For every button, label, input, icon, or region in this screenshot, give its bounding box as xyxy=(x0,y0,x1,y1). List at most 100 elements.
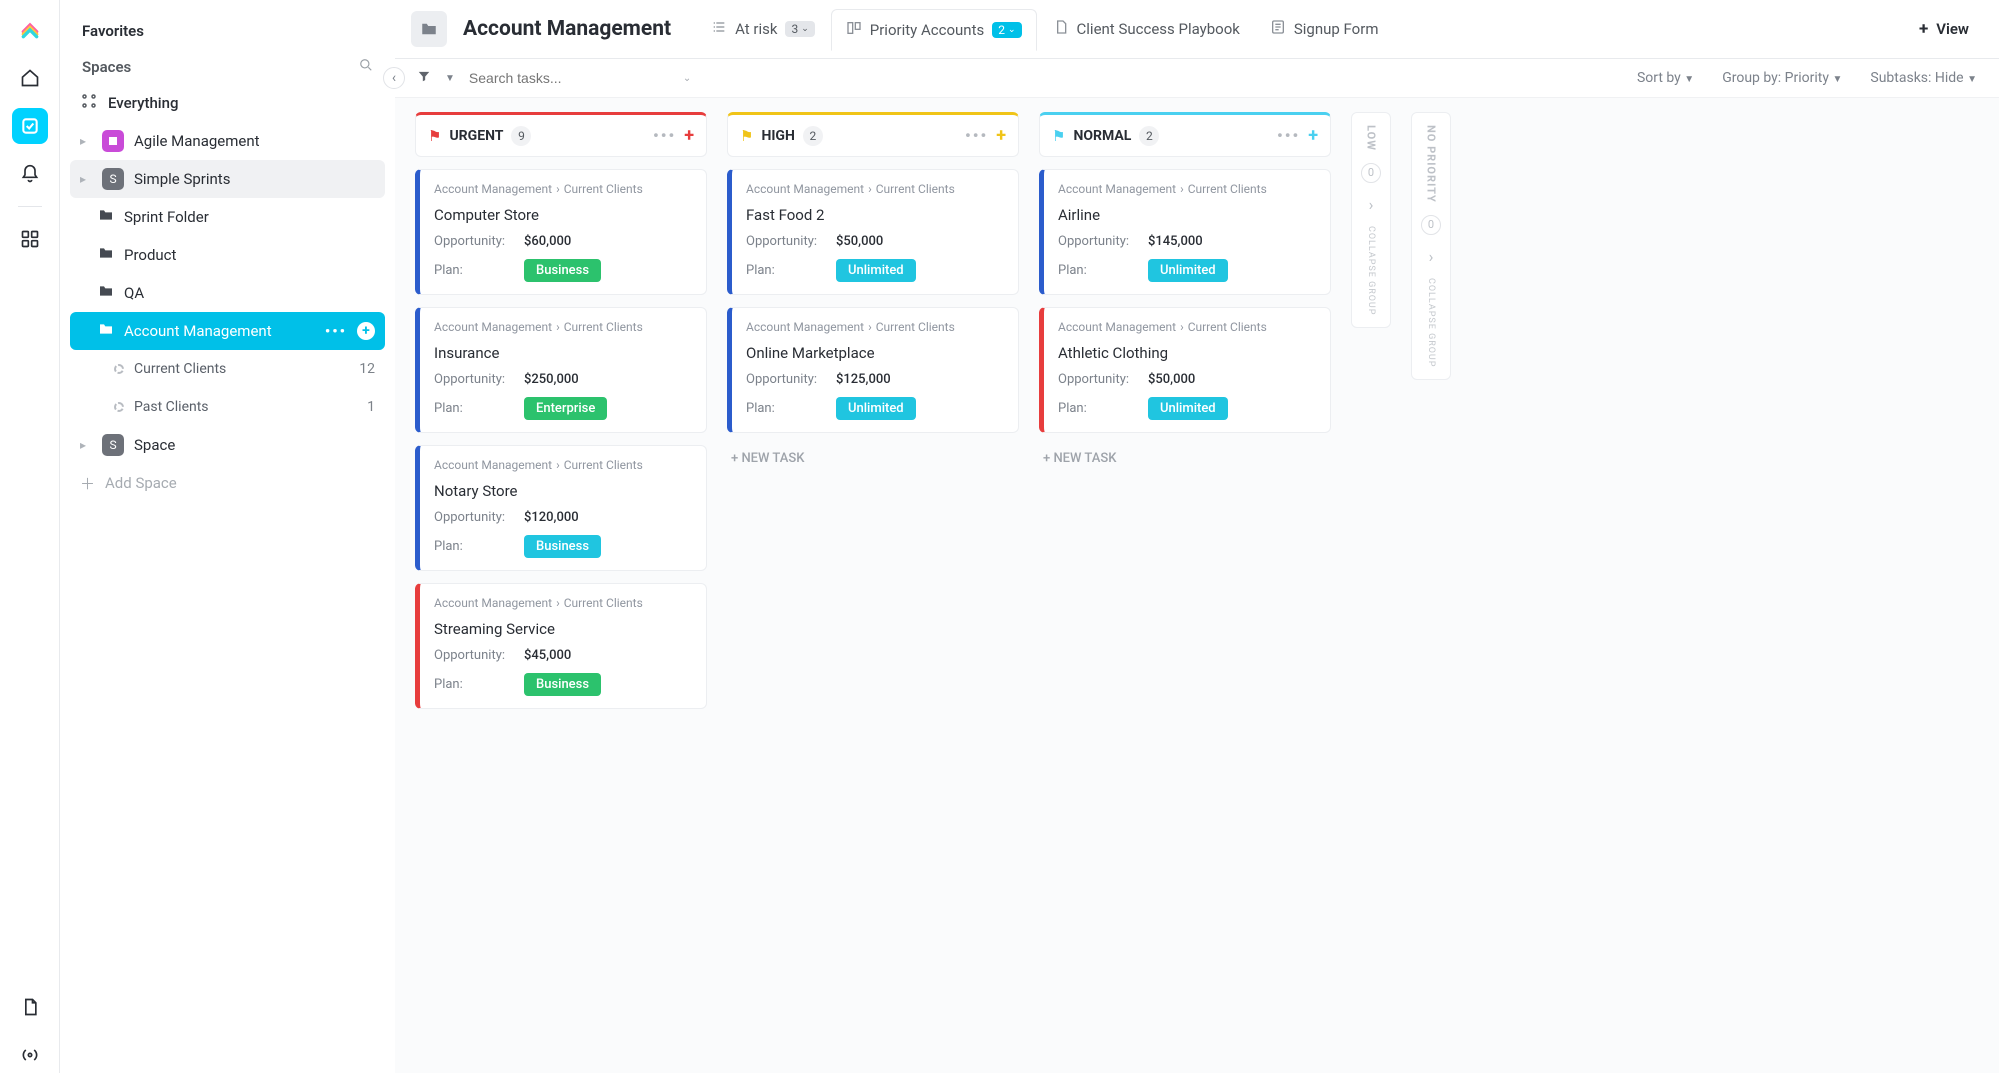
add-icon[interactable]: + xyxy=(357,322,375,340)
task-card[interactable]: Account Management›Current Clients Airli… xyxy=(1039,169,1331,295)
list-icon xyxy=(711,19,727,39)
sidebar-item-sprint-folder[interactable]: Sprint Folder xyxy=(70,198,385,236)
field-label: Opportunity: xyxy=(434,372,524,387)
space-tree: ▸ Agile Management▸ S Simple Sprints Spr… xyxy=(70,122,385,464)
plan-badge: Business xyxy=(524,535,601,558)
more-icon[interactable]: ••• xyxy=(965,126,988,145)
task-card[interactable]: Account Management›Current Clients Notar… xyxy=(415,445,707,571)
tab-priority-accounts[interactable]: Priority Accounts2 ⌄ xyxy=(831,9,1037,51)
status-dot-icon xyxy=(114,364,124,374)
task-title: Online Marketplace xyxy=(746,344,1004,362)
field-label: Opportunity: xyxy=(434,648,524,663)
task-card[interactable]: Account Management›Current Clients Onlin… xyxy=(727,307,1019,433)
tasks-icon[interactable] xyxy=(12,108,48,144)
field-label: Opportunity: xyxy=(746,372,836,387)
more-icon[interactable]: ••• xyxy=(1277,126,1300,145)
topbar: Account Management At risk3 ⌄ Priority A… xyxy=(395,0,1999,59)
board-icon xyxy=(846,20,862,40)
logo-icon[interactable] xyxy=(12,12,48,48)
form-icon xyxy=(1270,19,1286,39)
add-task-icon[interactable]: + xyxy=(996,125,1006,146)
sidebar-item-agile-management[interactable]: ▸ Agile Management xyxy=(70,122,385,160)
task-title: Insurance xyxy=(434,344,692,362)
iconbar xyxy=(0,0,60,1073)
flag-icon: ⚑ xyxy=(1052,127,1065,145)
search-input[interactable] xyxy=(469,70,669,86)
sidebar-item-simple-sprints[interactable]: ▸ S Simple Sprints xyxy=(70,160,385,198)
add-task-icon[interactable]: + xyxy=(1308,125,1318,146)
sidebar-item-label: Simple Sprints xyxy=(134,170,230,188)
collapse-label: COLLAPSE GROUP xyxy=(1366,226,1376,315)
tab-at-risk[interactable]: At risk3 ⌄ xyxy=(697,8,829,50)
field-label: Opportunity: xyxy=(746,234,836,249)
iconbar-separator xyxy=(18,206,42,207)
tab-client-success-playbook[interactable]: Client Success Playbook xyxy=(1039,8,1254,50)
task-card[interactable]: Account Management›Current Clients Strea… xyxy=(415,583,707,709)
apps-icon[interactable] xyxy=(12,221,48,257)
opportunity-value: $125,000 xyxy=(836,372,891,387)
add-space-button[interactable]: ＋ Add Space xyxy=(70,464,385,502)
sidebar-item-current-clients[interactable]: Current Clients 12 xyxy=(70,350,385,388)
pulse-icon[interactable] xyxy=(12,1037,48,1073)
breadcrumb: Account Management›Current Clients xyxy=(746,182,1004,196)
subtasks-button[interactable]: Subtasks: Hide ▼ xyxy=(1870,70,1977,86)
sidebar-item-product[interactable]: Product xyxy=(70,236,385,274)
count-badge: 9 xyxy=(511,126,531,146)
more-icon[interactable]: ••• xyxy=(325,322,347,340)
opportunity-value: $50,000 xyxy=(836,234,883,249)
filter-icon[interactable] xyxy=(417,69,431,87)
sortby-button[interactable]: Sort by ▼ xyxy=(1637,70,1694,86)
more-icon[interactable]: ••• xyxy=(653,126,676,145)
chevron-icon: ▸ xyxy=(80,172,92,186)
field-label: Plan: xyxy=(434,263,524,278)
plan-badge: Unlimited xyxy=(1148,397,1228,420)
task-card[interactable]: Account Management›Current Clients Insur… xyxy=(415,307,707,433)
tab-signup-form[interactable]: Signup Form xyxy=(1256,8,1393,50)
tabs: At risk3 ⌄ Priority Accounts2 ⌄ Client S… xyxy=(697,8,1392,50)
field-label: Plan: xyxy=(1058,401,1148,416)
plan-badge: Unlimited xyxy=(836,259,916,282)
breadcrumb: Account Management›Current Clients xyxy=(434,182,692,196)
favorites-heading[interactable]: Favorites xyxy=(70,12,385,50)
field-label: Opportunity: xyxy=(434,510,524,525)
status-dot-icon xyxy=(114,402,124,412)
sidebar-item-qa[interactable]: QA xyxy=(70,274,385,312)
breadcrumb: Account Management›Current Clients xyxy=(1058,320,1316,334)
folder-icon xyxy=(98,283,114,303)
new-task-button[interactable]: + NEW TASK xyxy=(727,445,1019,472)
field-label: Opportunity: xyxy=(434,234,524,249)
groupby-button[interactable]: Group by: Priority ▼ xyxy=(1722,70,1842,86)
breadcrumb: Account Management›Current Clients xyxy=(746,320,1004,334)
chevron-down-icon[interactable]: ▼ xyxy=(445,73,455,84)
notifications-icon[interactable] xyxy=(12,156,48,192)
task-card[interactable]: Account Management›Current Clients Athle… xyxy=(1039,307,1331,433)
everything-item[interactable]: Everything xyxy=(70,84,385,122)
chevron-icon: ▸ xyxy=(80,134,92,148)
count-badge: 0 xyxy=(1361,163,1381,183)
plan-badge: Business xyxy=(524,673,601,696)
search-icon[interactable] xyxy=(359,58,373,76)
collapsed-column-low[interactable]: LOW 0 › COLLAPSE GROUP xyxy=(1351,112,1391,328)
collapse-sidebar-button[interactable]: ‹ xyxy=(383,67,405,89)
column-urgent: ⚑ URGENT 9 ••• +Account Management›Curre… xyxy=(415,112,707,709)
column-high: ⚑ HIGH 2 ••• +Account Management›Current… xyxy=(727,112,1019,472)
docs-icon[interactable] xyxy=(12,989,48,1025)
plan-badge: Unlimited xyxy=(836,397,916,420)
chevron-down-icon[interactable]: ⌄ xyxy=(683,73,691,84)
collapsed-column-no-priority[interactable]: NO PRIORITY 0 › COLLAPSE GROUP xyxy=(1411,112,1451,380)
spaces-heading[interactable]: Spaces xyxy=(70,50,385,84)
task-card[interactable]: Account Management›Current Clients Compu… xyxy=(415,169,707,295)
doc-icon xyxy=(1053,19,1069,39)
count-badge: 1 xyxy=(367,399,375,415)
field-label: Plan: xyxy=(746,401,836,416)
task-card[interactable]: Account Management›Current Clients Fast … xyxy=(727,169,1019,295)
sidebar-item-account-management[interactable]: Account Management••• + xyxy=(70,312,385,350)
home-icon[interactable] xyxy=(12,60,48,96)
new-task-button[interactable]: + NEW TASK xyxy=(1039,445,1331,472)
add-task-icon[interactable]: + xyxy=(684,125,694,146)
tab-label: Priority Accounts xyxy=(870,21,984,39)
add-view-button[interactable]: + View xyxy=(1905,9,1983,49)
sidebar-item-past-clients[interactable]: Past Clients 1 xyxy=(70,388,385,426)
plus-icon: + xyxy=(1919,19,1928,39)
sidebar-item-space[interactable]: ▸ S Space xyxy=(70,426,385,464)
